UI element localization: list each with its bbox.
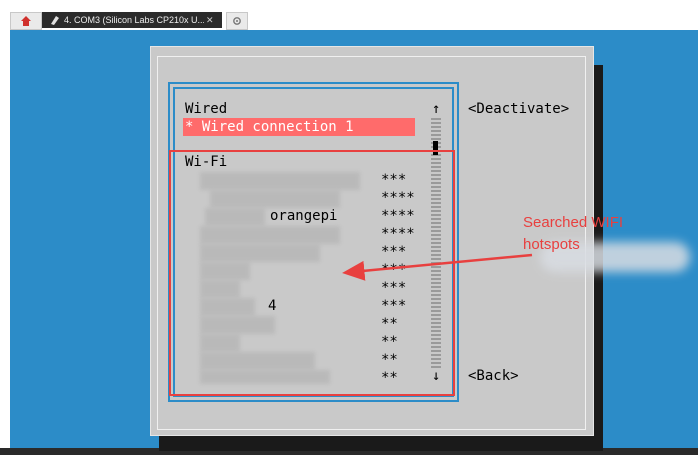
- annotation-label: Searched WIFI hotspots: [523, 214, 624, 253]
